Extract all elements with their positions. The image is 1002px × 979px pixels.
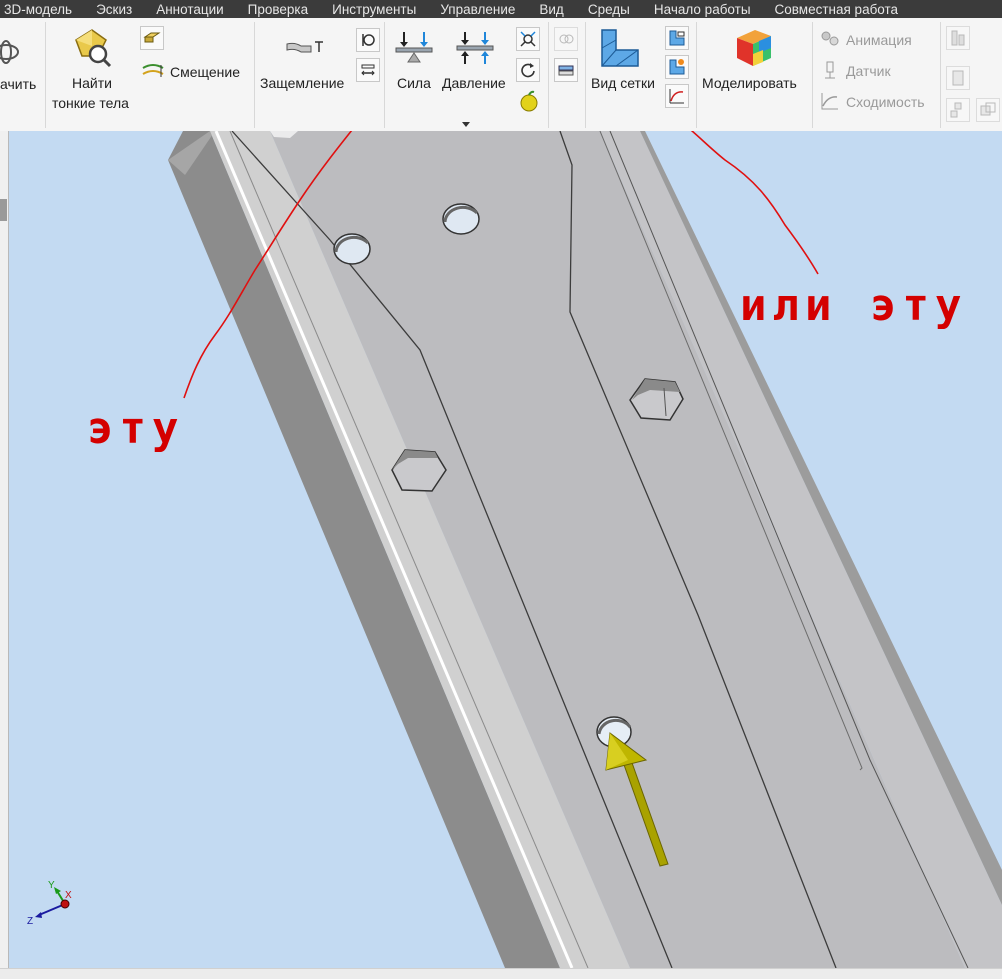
stress-report-icon <box>952 70 964 86</box>
midsurface-icon <box>143 32 161 43</box>
mesh-settings-icon <box>669 30 685 46</box>
mesh-view-icon[interactable] <box>598 26 642 70</box>
menu-inspect[interactable]: Проверка <box>236 2 320 17</box>
frictionless-constraint-icon <box>361 64 375 76</box>
menu-tools[interactable]: Инструменты <box>320 2 428 17</box>
gravity-icon[interactable] <box>518 90 540 112</box>
stress-report-button[interactable] <box>946 66 970 90</box>
start-simulation-icon[interactable] <box>0 36 26 66</box>
clamp-icon[interactable] <box>285 36 329 56</box>
frictionless-constraint-button[interactable] <box>356 58 380 82</box>
browser-panel-edge[interactable] <box>0 131 9 968</box>
parametric-table-icon <box>951 30 965 46</box>
menu-get-started[interactable]: Начало работы <box>642 2 763 17</box>
contact-settings-button[interactable] <box>554 58 578 82</box>
force-label[interactable]: Сила <box>397 75 431 91</box>
triad-x-label: X <box>65 890 72 901</box>
convergence-icon[interactable] <box>820 91 840 111</box>
status-bar <box>0 968 1002 979</box>
menu-3d-model[interactable]: 3D-модель <box>0 2 84 17</box>
pressure-label[interactable]: Давление <box>442 75 506 91</box>
ribbon: ачить Найти тонкие тела Смещение Защемле… <box>0 18 1002 132</box>
animation-label[interactable]: Анимация <box>846 32 912 48</box>
contacts-icon <box>559 34 574 44</box>
offset-label[interactable]: Смещение <box>170 64 240 80</box>
graphics-viewport[interactable]: или эту эту Y X Z <box>0 131 1002 968</box>
triad-z-label: Z <box>27 916 33 927</box>
contacts-button[interactable] <box>554 27 578 51</box>
annotation-strokes <box>183 131 819 399</box>
find-thin-bodies-line1[interactable]: Найти <box>72 75 112 91</box>
local-mesh-icon <box>669 59 685 75</box>
annotation-line-right <box>690 131 819 275</box>
compare-button[interactable] <box>976 98 1000 122</box>
start-button-label[interactable]: ачить <box>0 76 36 92</box>
bearing-load-button[interactable] <box>516 27 540 51</box>
simulate-label[interactable]: Моделировать <box>702 75 797 91</box>
compare-icon <box>980 102 996 116</box>
triad-y-label: Y <box>48 880 55 891</box>
annotation-or-this-one: или эту <box>740 280 968 331</box>
convergence-settings-icon <box>669 89 684 104</box>
moment-button[interactable] <box>516 58 540 82</box>
midsurface-button[interactable] <box>140 26 164 50</box>
mesh-view-label[interactable]: Вид сетки <box>591 75 655 91</box>
view-triad[interactable]: Y X Z <box>25 877 85 927</box>
find-thin-bodies-icon[interactable] <box>72 26 112 68</box>
menu-bar: 3D-модель Эскиз Аннотации Проверка Инстр… <box>0 0 1002 18</box>
annotation-line-left <box>183 131 353 399</box>
clamp-label[interactable]: Защемление <box>260 75 344 91</box>
pin-constraint-button[interactable] <box>356 28 380 52</box>
annotation-this-one: эту <box>87 403 185 454</box>
simulate-icon[interactable] <box>733 26 775 70</box>
menu-collaborate[interactable]: Совместная работа <box>763 2 911 17</box>
force-icon[interactable] <box>394 30 434 66</box>
menu-environments[interactable]: Среды <box>576 2 642 17</box>
animation-icon[interactable] <box>820 30 840 48</box>
offset-icon[interactable] <box>141 62 165 80</box>
local-mesh-button[interactable] <box>665 55 689 79</box>
bearing-load-icon <box>520 31 536 47</box>
mesh-settings-button[interactable] <box>665 26 689 50</box>
guide-icon <box>950 102 962 118</box>
pressure-icon[interactable] <box>455 30 495 66</box>
sensor-icon[interactable] <box>820 60 840 80</box>
pin-constraint-icon <box>362 34 375 46</box>
menu-manage[interactable]: Управление <box>428 2 527 17</box>
sensor-label[interactable]: Датчик <box>846 63 891 79</box>
menu-annotate[interactable]: Аннотации <box>144 2 235 17</box>
moment-icon <box>521 63 535 78</box>
find-thin-bodies-line2[interactable]: тонкие тела <box>52 95 129 111</box>
panel-scrollbar[interactable] <box>0 199 7 221</box>
menu-view[interactable]: Вид <box>527 2 575 17</box>
contact-settings-icon <box>558 65 574 76</box>
convergence-label[interactable]: Сходимость <box>846 94 925 110</box>
menu-sketch[interactable]: Эскиз <box>84 2 144 17</box>
loads-expand-icon[interactable] <box>461 122 471 128</box>
convergence-settings-button[interactable] <box>665 84 689 108</box>
parametric-table-button[interactable] <box>946 26 970 50</box>
guide-button[interactable] <box>946 98 970 122</box>
